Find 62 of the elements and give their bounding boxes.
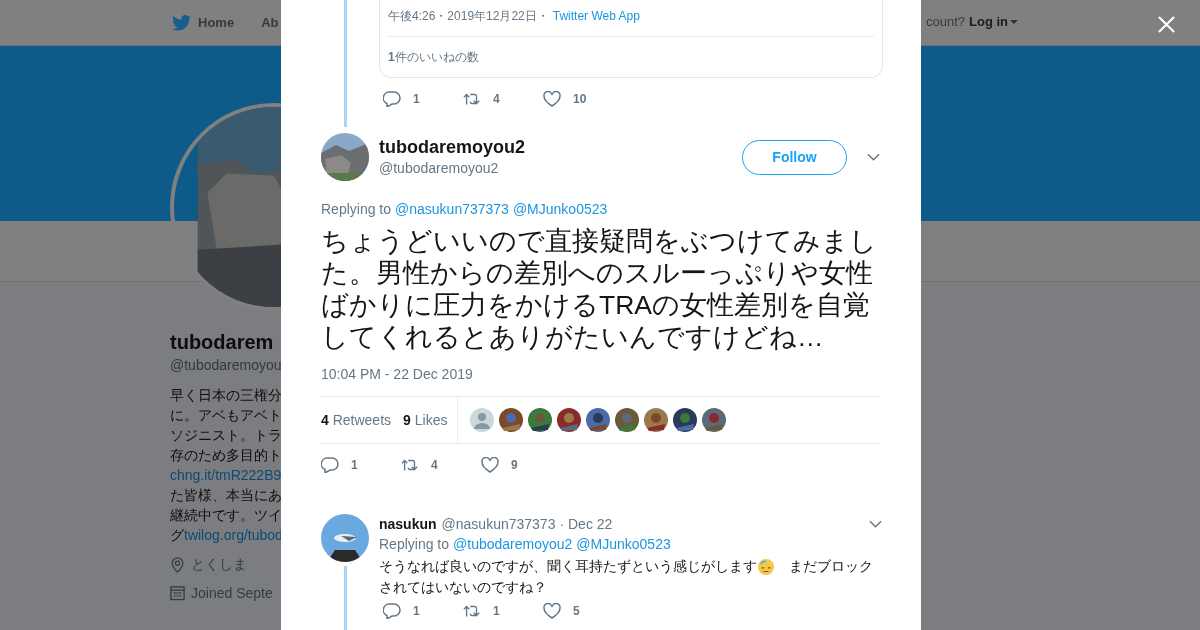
heart-icon[interactable]: [543, 91, 561, 107]
caret-icon[interactable]: [1010, 19, 1019, 24]
nav-link[interactable]: Home: [198, 15, 235, 30]
author-name[interactable]: tubodaremoyou2: [379, 136, 742, 158]
retweet-icon[interactable]: [463, 603, 481, 619]
reply-icon[interactable]: [383, 91, 401, 107]
nav-link[interactable]: Ab: [261, 15, 279, 30]
tweet-time: 10:04 PM - 22 Dec 2019: [320, 365, 474, 384]
stat-link[interactable]: 4 Retweets: [321, 412, 392, 428]
tweet-date[interactable]: · Dec 22: [559, 514, 869, 534]
sweat-face-icon: [757, 557, 775, 576]
author-handle[interactable]: @tubodaremoyou2: [379, 158, 742, 178]
action-count: 10: [573, 92, 587, 106]
bio-link[interactable]: chng.it/tmR222B9: [170, 467, 281, 483]
like-count-text: 1件のいいねの数: [388, 49, 480, 66]
action-count: 4: [493, 92, 500, 106]
calendar-icon: [170, 585, 185, 601]
heart-icon[interactable]: [481, 457, 499, 473]
retweet-icon[interactable]: [401, 457, 419, 473]
bio-text: た皆様、本当にあ: [170, 487, 281, 503]
mention-link[interactable]: @tubodaremoyou2: [453, 536, 573, 552]
mention-link[interactable]: @nasukun737373: [395, 201, 509, 217]
author-handle[interactable]: @nasukun737373: [441, 514, 556, 534]
chevron-down-icon[interactable]: [869, 520, 882, 528]
chevron-down-icon[interactable]: [867, 153, 880, 161]
mention-link[interactable]: @MJunko0523: [512, 201, 608, 217]
action-count: 1: [351, 458, 358, 472]
action-count: 1: [413, 604, 420, 618]
heart-icon[interactable]: [543, 603, 561, 619]
bio-text: ソジニスト。トラ: [170, 427, 281, 443]
profile-location: とくしま: [191, 556, 247, 574]
retweet-icon[interactable]: [463, 91, 481, 107]
location-pin-icon: [170, 557, 185, 573]
reply-icon[interactable]: [321, 457, 339, 473]
joined-date: Joined Septe: [191, 585, 273, 601]
replying-label: Replying to: [379, 536, 450, 552]
follow-button[interactable]: Follow: [742, 139, 847, 175]
reply-icon[interactable]: [383, 603, 401, 619]
account-prompt: count?: [926, 14, 966, 29]
bio-text: に。アベもアベト: [170, 407, 281, 423]
action-count: 1: [413, 92, 420, 106]
profile-name: tubodarem: [170, 330, 275, 355]
close-icon[interactable]: [1157, 15, 1176, 34]
action-count: 9: [511, 458, 518, 472]
bio-text: 早く日本の三権分: [170, 387, 281, 403]
action-count: 4: [431, 458, 438, 472]
reply-text: そうなれば良いのですが、聞く耳持たずという感じがします: [379, 557, 757, 576]
login-link[interactable]: Log in: [969, 14, 1009, 29]
action-count: 1: [493, 604, 500, 618]
bio-text: 継続中です。ツイ: [170, 507, 281, 523]
source-link[interactable]: Twitter Web App: [552, 9, 640, 23]
reply-text: まだブロック: [789, 557, 873, 576]
author-name[interactable]: nasukun: [379, 514, 437, 534]
stat-link[interactable]: 9 Likes: [403, 412, 448, 428]
action-count: 5: [573, 604, 580, 618]
mention-link[interactable]: @MJunko0523: [576, 536, 671, 552]
tweet-timestamp: 午後4:26・2019年12月22日・: [388, 9, 549, 23]
reply-text: されてはいないのですね？: [379, 578, 548, 597]
bio-text: 存のため多目的ト: [170, 447, 281, 463]
bio-text: グ: [170, 527, 184, 543]
profile-handle: @tubodaremoyou: [170, 356, 281, 375]
tweet-text: ちょうどいいので直接疑問をぶつけてみました。男性からの差別へのスルーっぷりや女性ばかりに圧力をかけるTRAの女性差別を自覚してくれるとありがたいんですけどね…: [321, 225, 878, 353]
